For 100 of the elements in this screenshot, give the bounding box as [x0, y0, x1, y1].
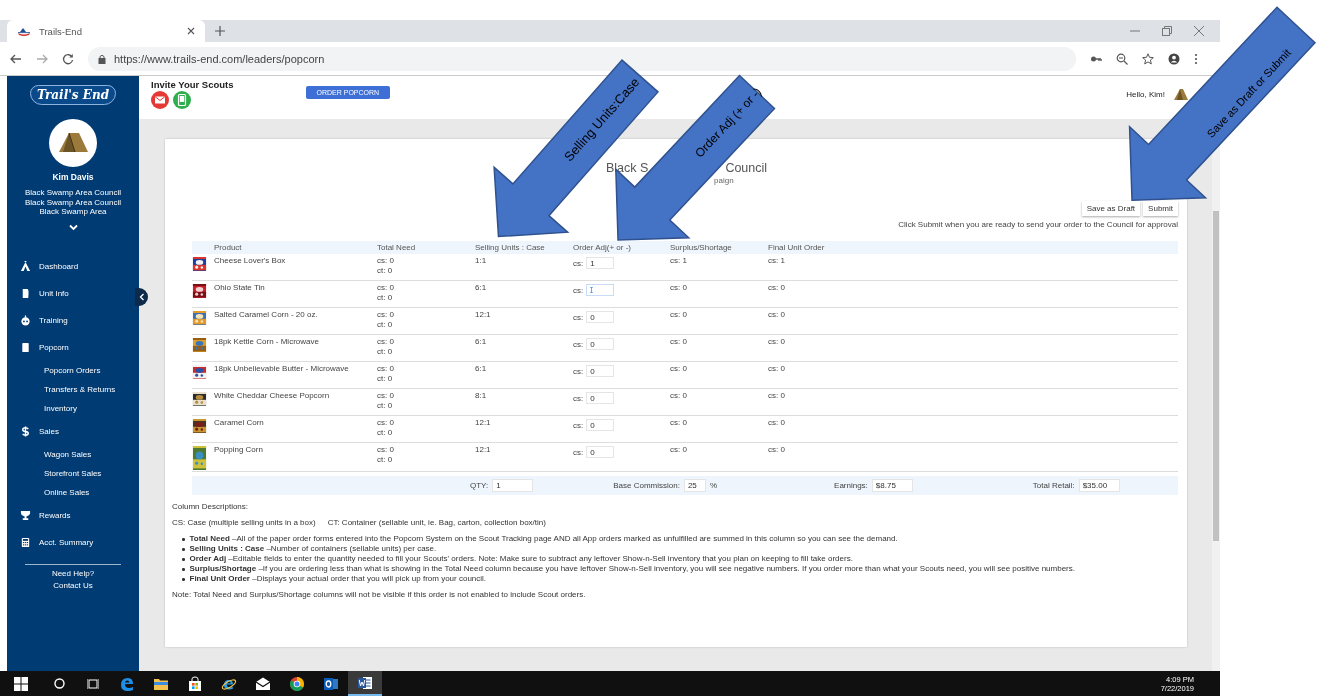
- nav-item[interactable]: Sales: [7, 417, 139, 445]
- table-cell-text: 12:1: [475, 310, 492, 321]
- close-icon[interactable]: [187, 27, 195, 35]
- nav-item[interactable]: Rewards: [7, 501, 139, 529]
- table-cell-text: 12:1: [475, 445, 492, 456]
- field-label: cs:: [573, 285, 584, 295]
- shopping-bag-icon[interactable]: [187, 675, 203, 692]
- reload-icon[interactable]: [62, 52, 74, 65]
- nav-item[interactable]: Training: [7, 306, 139, 334]
- nav-item[interactable]: Unit Info: [7, 279, 139, 307]
- new-tab-icon[interactable]: [215, 26, 225, 36]
- field-label: Base Commission:: [613, 481, 680, 490]
- search-icon[interactable]: [53, 678, 65, 689]
- account-icon[interactable]: [1168, 52, 1180, 65]
- envelope-icon[interactable]: [255, 675, 271, 692]
- field-label: cs:: [573, 366, 584, 376]
- tent-icon[interactable]: [1173, 87, 1189, 101]
- chevron-down-icon[interactable]: [68, 223, 78, 231]
- table-cell-text: cs: 0: [670, 418, 688, 429]
- text-cursor-icon: [590, 287, 594, 293]
- summary-field[interactable]: 25: [683, 479, 706, 492]
- summary-field[interactable]: $8.75: [871, 479, 913, 492]
- table-cell-text: cs: 0: [670, 283, 688, 294]
- summary-field[interactable]: 1: [492, 479, 534, 492]
- product-name: Ohio State Tin: [214, 283, 266, 294]
- save-draft-button[interactable]: Save as Draft: [1081, 201, 1141, 216]
- nav-subitem[interactable]: Transfers & Returns: [7, 379, 139, 399]
- star-icon[interactable]: [1142, 52, 1154, 65]
- column-header: Final Unit Order: [768, 243, 826, 252]
- edge-browser-icon[interactable]: [119, 675, 135, 692]
- lock-icon: [98, 53, 106, 64]
- order-adj-field[interactable]: 0: [586, 446, 615, 458]
- table-cell-text: ct: 0: [377, 428, 394, 437]
- table-cell-text: cs: 0: [377, 256, 395, 265]
- submit-button[interactable]: Submit: [1143, 201, 1178, 216]
- windows-logo-icon[interactable]: [14, 676, 28, 691]
- summary-field[interactable]: $35.00: [1078, 479, 1120, 492]
- column-header: Product: [214, 243, 243, 252]
- menu-icon[interactable]: [1194, 52, 1198, 65]
- restore-icon[interactable]: [1162, 26, 1172, 36]
- product-name: Caramel Corn: [214, 418, 265, 429]
- order-adj-field[interactable]: 0: [586, 311, 615, 323]
- table-cell-text: cs: 0: [768, 283, 786, 294]
- chrome-icon[interactable]: [289, 675, 305, 692]
- description-text: Surplus/Shortage –If you are ordering less than what is showing in the Total Need column because you have leftover Show-n-Sell inventory, you will see negative numbers. If you order more than what your Scouts need, you will see positive numbers.: [189, 564, 1075, 574]
- order-adj-field[interactable]: [586, 284, 615, 296]
- email-icon[interactable]: [151, 91, 169, 109]
- nav-subitem[interactable]: Popcorn Orders: [7, 360, 139, 380]
- outlook-icon[interactable]: [323, 675, 339, 692]
- council-name: Black Swamp Area Council: [24, 188, 121, 198]
- nav-subitem[interactable]: Wagon Sales: [7, 444, 139, 464]
- table-cell-text: ct: 0: [377, 293, 394, 302]
- description-text: Selling Units : Case –Number of containers (sellable units) per case.: [189, 544, 437, 554]
- bullet-dot: [182, 558, 185, 561]
- table-cell-text: 6:1: [475, 283, 488, 294]
- logo[interactable]: Trail's End: [29, 85, 117, 105]
- address-bar[interactable]: https://www.trails-end.com/leaders/popcorn: [88, 46, 1076, 71]
- table-cell-text: cs: 0: [670, 310, 688, 321]
- task-view-icon[interactable]: [87, 677, 99, 690]
- table-cell-text: cs: 0: [768, 337, 786, 348]
- trophy-icon: [20, 509, 31, 521]
- phone-icon[interactable]: [173, 91, 191, 109]
- field-label: QTY:: [470, 481, 489, 490]
- nav-subitem[interactable]: Inventory: [7, 398, 139, 418]
- legend-text: CT: Container (sellable unit, ie. Bag, carton, collection box/tin): [327, 518, 546, 528]
- browser-tab[interactable]: Trails-End: [7, 20, 205, 42]
- field-label: cs:: [573, 258, 584, 268]
- field-label: cs:: [573, 447, 584, 457]
- nav-item[interactable]: Dashboard: [7, 252, 139, 280]
- nav-item[interactable]: Popcorn: [7, 333, 139, 361]
- order-adj-field[interactable]: 0: [586, 392, 615, 404]
- table-cell-text: ct: 0: [377, 455, 394, 464]
- table-cell-text: cs: 0: [670, 445, 688, 456]
- back-icon[interactable]: [10, 52, 22, 65]
- campaign-subtitle: paign: [714, 176, 735, 185]
- table-cell-text: ct: 0: [377, 266, 394, 275]
- taskbar-button[interactable]: [348, 671, 382, 696]
- table-cell-text: cs: 0: [670, 391, 688, 402]
- table-cell-text: 1:1: [475, 256, 488, 267]
- table-cell-text: cs: 0: [670, 364, 688, 375]
- order-adj-field[interactable]: 0: [586, 365, 615, 377]
- close-icon[interactable]: [1194, 26, 1204, 36]
- order-adj-field[interactable]: 0: [586, 338, 615, 350]
- order-adj-field[interactable]: 0: [586, 419, 615, 431]
- zoom-icon[interactable]: [1116, 52, 1128, 65]
- field-label: cs:: [573, 393, 584, 403]
- nav-subitem[interactable]: Storefront Sales: [7, 463, 139, 483]
- description-text: Order Adj –Editable fields to enter the quantity needed to fill your Scouts' orders. Note: Make sure to subtract any leftover Show-n-Sell inventory that you plan on keeping to fill take orders.: [189, 554, 853, 564]
- order-adj-field[interactable]: 1: [586, 257, 615, 269]
- contact-link[interactable]: Contact Us: [53, 579, 93, 592]
- description-text: Total Need –All of the paper order forms entered into the Popcorn System on the Scout Tracking page AND all App orders marked as unfulfilled are summed in this column so you can see the demand.: [189, 534, 898, 544]
- help-text: Need Help?: [51, 567, 95, 580]
- table-cell-text: cs: 0: [377, 283, 395, 292]
- nav-subitem[interactable]: Online Sales: [7, 482, 139, 502]
- product-name: Popping Corn: [214, 445, 264, 456]
- bullet-dot: [182, 538, 185, 541]
- description-text: Final Unit Order –Displays your actual order that you will pick up from your council.: [189, 574, 487, 584]
- scrollbar-thumb[interactable]: [1213, 211, 1219, 541]
- word-icon[interactable]: [357, 674, 373, 691]
- nav-item[interactable]: Acct. Summary: [7, 528, 139, 556]
